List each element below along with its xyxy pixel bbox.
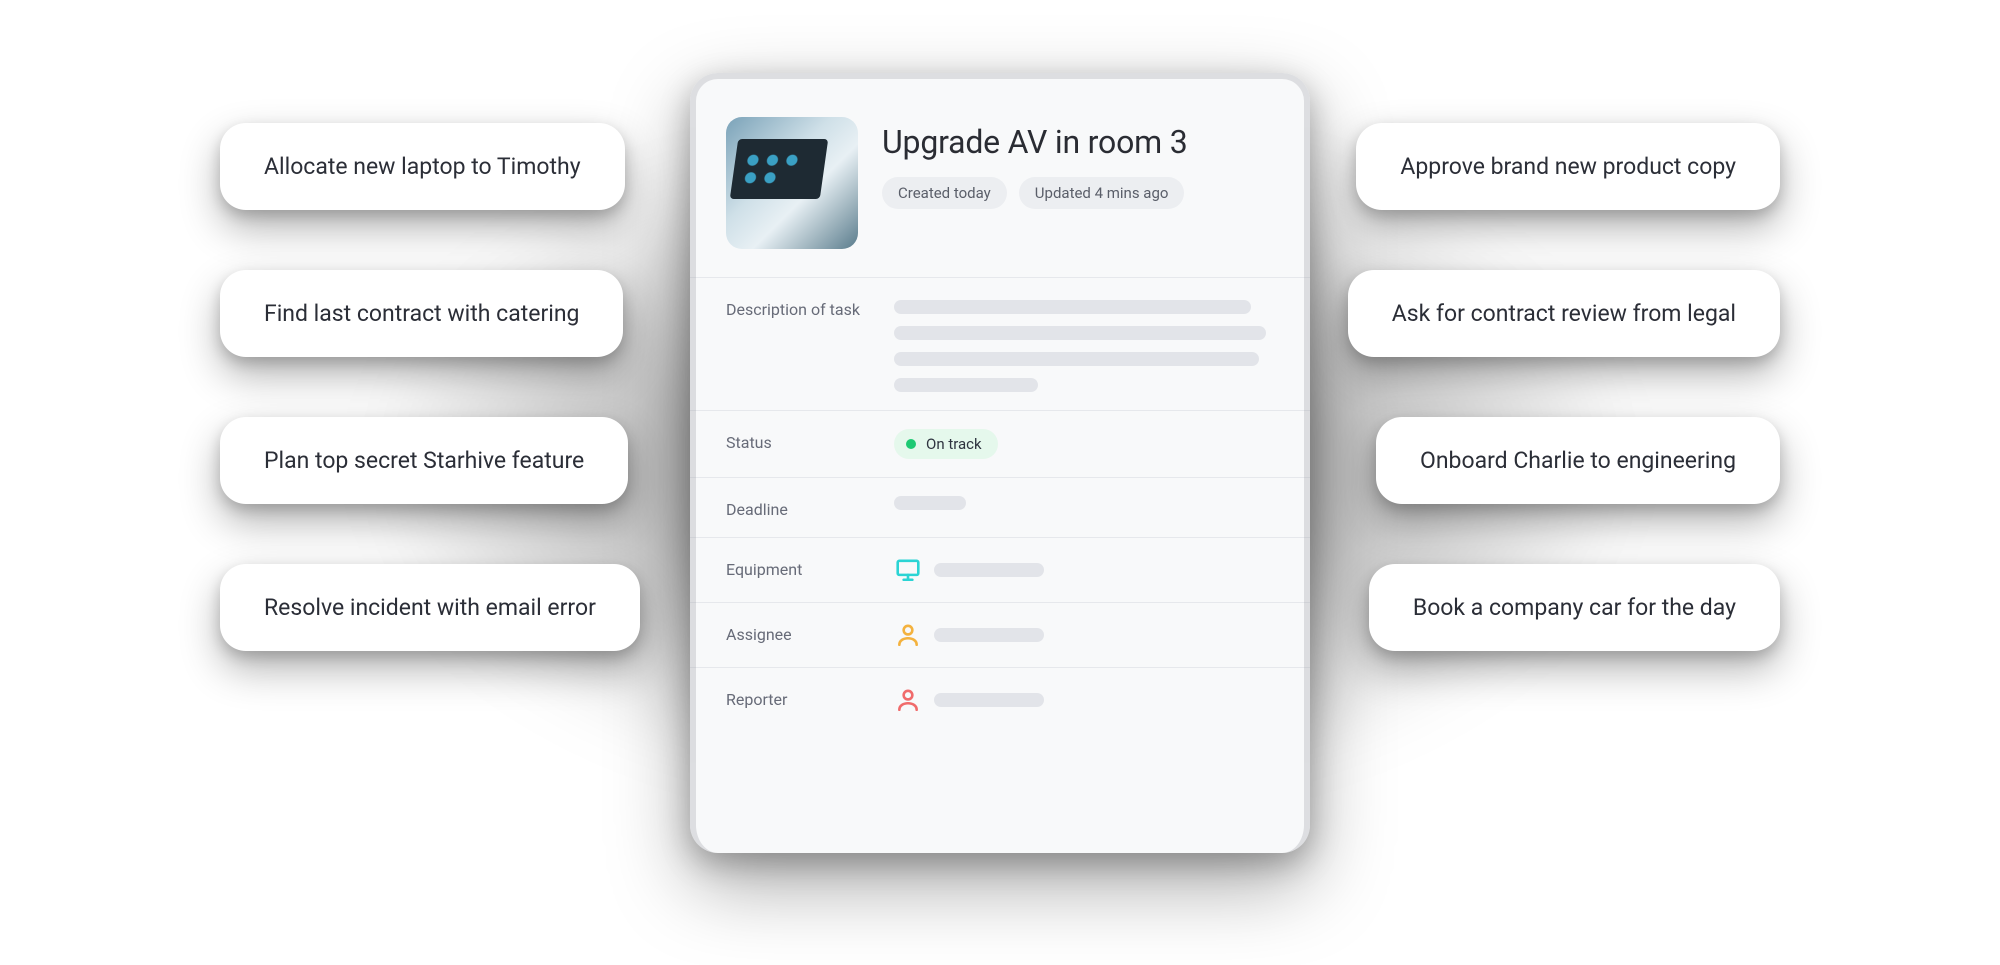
meta-chip-row: Created today Updated 4 mins ago [882,177,1274,209]
monitor-icon [894,556,922,584]
field-label: Equipment [726,556,882,579]
suggestion-card[interactable]: Ask for contract review from legal [1348,270,1780,357]
person-icon [894,686,922,714]
status-text: On track [926,435,982,453]
task-thumbnail-image [726,117,858,249]
equipment-placeholder [934,563,1044,577]
suggestion-card[interactable]: Plan top secret Starhive feature [220,417,628,504]
field-row-assignee: Assignee [690,602,1310,667]
field-row-description: Description of task [690,277,1310,410]
card-header: Upgrade AV in room 3 Created today Updat… [690,73,1310,277]
created-chip: Created today [882,177,1007,209]
person-icon [894,621,922,649]
suggestion-card[interactable]: Find last contract with catering [220,270,623,357]
field-row-deadline: Deadline [690,477,1310,537]
field-row-status: Status On track [690,410,1310,477]
suggestion-card[interactable]: Onboard Charlie to engineering [1376,417,1780,504]
card-body: Description of task Status On track [690,277,1310,752]
status-badge[interactable]: On track [894,429,998,459]
field-row-equipment: Equipment [690,537,1310,602]
suggestion-card[interactable]: Allocate new laptop to Timothy [220,123,625,210]
field-label: Description of task [726,296,882,319]
right-suggestion-column: Approve brand new product copy Ask for c… [1348,123,1780,651]
status-dot-icon [906,439,916,449]
field-label: Reporter [726,686,882,709]
suggestion-card[interactable]: Book a company car for the day [1369,564,1780,651]
description-placeholder [894,296,1274,392]
left-suggestion-column: Allocate new laptop to Timothy Find last… [220,123,640,651]
suggestion-card[interactable]: Resolve incident with email error [220,564,640,651]
reporter-placeholder [934,693,1044,707]
field-label: Deadline [726,496,882,519]
suggestion-card[interactable]: Approve brand new product copy [1356,123,1780,210]
assignee-placeholder [934,628,1044,642]
deadline-placeholder [894,496,966,510]
field-label: Assignee [726,621,882,644]
task-title: Upgrade AV in room 3 [882,123,1274,161]
task-detail-card: Upgrade AV in room 3 Created today Updat… [690,73,1310,853]
updated-chip: Updated 4 mins ago [1019,177,1185,209]
field-label: Status [726,429,882,452]
field-row-reporter: Reporter [690,667,1310,732]
